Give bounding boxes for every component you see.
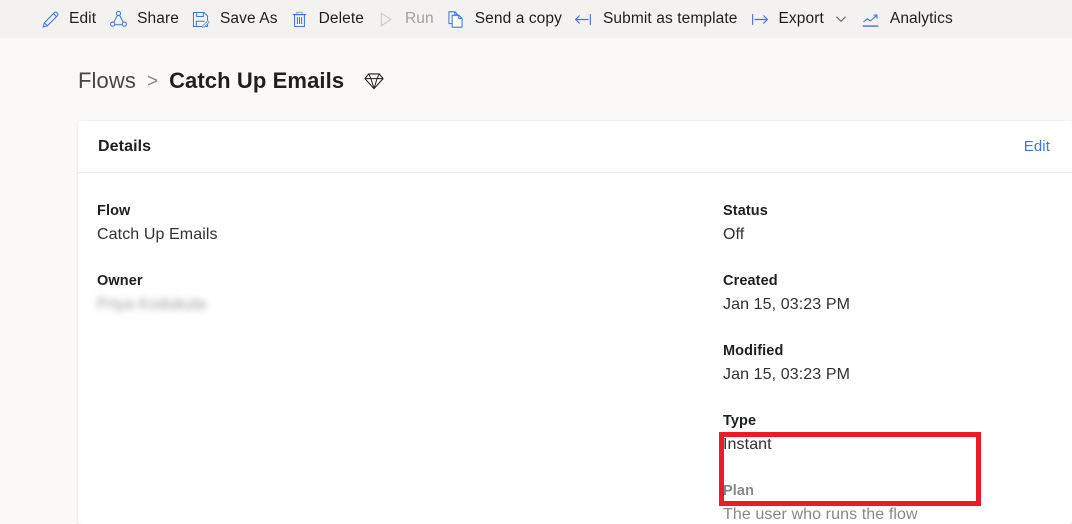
- toolbar-button-edit[interactable]: Edit: [34, 0, 102, 38]
- arrow-left-bar-icon: [574, 9, 594, 29]
- command-bar: Edit Share Save As Delete Run Send a cop…: [0, 0, 1072, 38]
- details-card: Details Edit Flow Catch Up Emails Owner …: [78, 121, 1072, 524]
- field-label: Type: [723, 413, 757, 429]
- field-label: Owner: [97, 273, 143, 289]
- field-label: Flow: [97, 203, 131, 219]
- details-title: Details: [98, 137, 152, 155]
- field-owner: Owner Priya Kodukula: [97, 271, 723, 317]
- field-label: Created: [723, 273, 778, 289]
- toolbar-label: Save As: [219, 10, 278, 27]
- field-value: Jan 15, 03:23 PM: [723, 296, 851, 313]
- toolbar-label: Send a copy: [474, 10, 562, 27]
- field-created: Created Jan 15, 03:23 PM: [723, 271, 1072, 317]
- field-status: Status Off: [723, 201, 1072, 247]
- toolbar-button-analytics[interactable]: Analytics: [855, 0, 959, 38]
- copy-page-icon: [446, 9, 466, 29]
- toolbar-button-export[interactable]: Export: [743, 0, 854, 38]
- details-card-header: Details Edit: [78, 121, 1072, 173]
- toolbar-label: Analytics: [889, 10, 953, 27]
- toolbar-label: Delete: [318, 10, 364, 27]
- status-badge: Off: [723, 226, 745, 243]
- toolbar-button-save-as[interactable]: Save As: [185, 0, 284, 38]
- field-flow: Flow Catch Up Emails: [97, 201, 723, 247]
- play-icon: [376, 9, 396, 29]
- details-edit-link[interactable]: Edit: [1024, 138, 1050, 155]
- field-value-redacted: Priya Kodukula: [97, 296, 207, 313]
- toolbar-button-delete[interactable]: Delete: [284, 0, 370, 38]
- toolbar-button-send-a-copy[interactable]: Send a copy: [440, 0, 568, 38]
- breadcrumb: Flows > Catch Up Emails: [78, 63, 386, 99]
- trash-icon: [290, 9, 310, 29]
- toolbar-label: Share: [137, 10, 179, 27]
- details-left-column: Flow Catch Up Emails Owner Priya Kodukul…: [78, 201, 723, 524]
- field-label: Plan: [723, 483, 755, 499]
- field-value: The user who runs the flow: [723, 506, 918, 523]
- toolbar-button-run[interactable]: Run: [370, 0, 440, 38]
- field-modified: Modified Jan 15, 03:23 PM: [723, 341, 1072, 387]
- toolbar-label: Export: [778, 10, 824, 27]
- chevron-down-icon[interactable]: [833, 11, 849, 27]
- breadcrumb-separator: >: [146, 70, 159, 92]
- page-title: Catch Up Emails: [169, 68, 345, 93]
- line-chart-icon: [861, 9, 881, 29]
- field-plan: Plan The user who runs the flow: [723, 481, 1072, 524]
- field-value: Jan 15, 03:23 PM: [723, 366, 851, 383]
- field-type: Type Instant: [723, 411, 1072, 457]
- toolbar-button-share[interactable]: Share: [102, 0, 185, 38]
- save-as-icon: [191, 9, 211, 29]
- field-label: Status: [723, 203, 768, 219]
- details-right-column: Status Off Created Jan 15, 03:23 PM Modi…: [723, 201, 1072, 524]
- toolbar-label: Submit as template: [602, 10, 738, 27]
- toolbar-label: Edit: [69, 10, 97, 27]
- field-value: Catch Up Emails: [97, 226, 218, 243]
- gem-icon: [362, 69, 386, 93]
- share-nodes-icon: [108, 9, 128, 29]
- toolbar-button-submit-as-template[interactable]: Submit as template: [568, 0, 743, 38]
- details-card-body: Flow Catch Up Emails Owner Priya Kodukul…: [78, 173, 1072, 524]
- field-value: Instant: [723, 436, 772, 453]
- arrow-right-bar-icon: [749, 9, 769, 29]
- pencil-icon: [40, 9, 60, 29]
- toolbar-label: Run: [404, 10, 434, 27]
- breadcrumb-item-flows[interactable]: Flows: [78, 68, 136, 94]
- field-label: Modified: [723, 343, 784, 359]
